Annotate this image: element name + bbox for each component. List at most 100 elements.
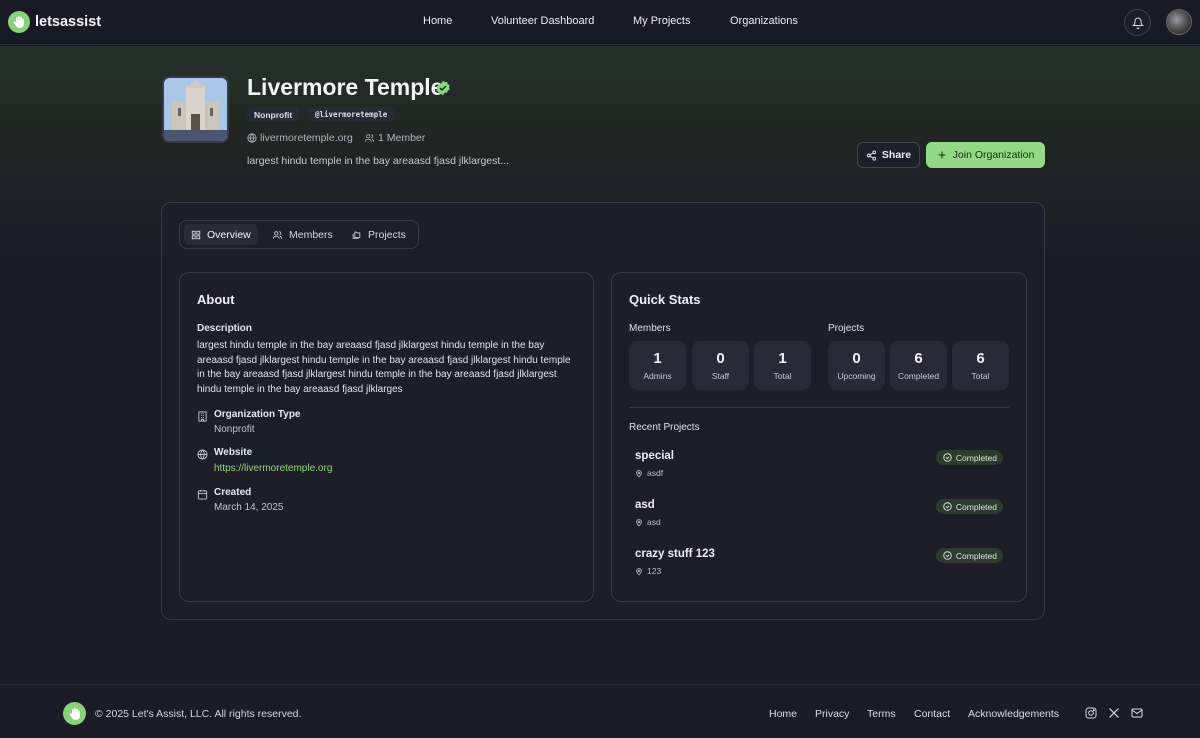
join-label: Join Organization xyxy=(952,149,1035,161)
instagram-icon[interactable] xyxy=(1085,707,1097,719)
users-icon xyxy=(272,230,283,239)
tab-list: Overview Members Projects xyxy=(179,220,419,249)
org-type-tag: Nonprofit xyxy=(247,107,300,122)
footer-link-contact[interactable]: Contact xyxy=(914,708,950,720)
footer-link-acknowledgements[interactable]: Acknowledgements xyxy=(968,708,1059,720)
stat-admins: 1 Admins xyxy=(629,341,686,390)
notifications-button[interactable] xyxy=(1124,9,1151,36)
member-count: 1 Member xyxy=(378,132,426,144)
mail-icon[interactable] xyxy=(1131,707,1143,719)
project-location: 123 xyxy=(635,566,661,576)
org-member-count-meta: 1 Member xyxy=(364,132,425,144)
globe-icon xyxy=(197,449,208,460)
tab-overview-label: Overview xyxy=(207,228,251,241)
share-icon xyxy=(866,149,876,161)
join-organization-button[interactable]: Join Organization xyxy=(926,142,1045,168)
status-badge-text: Completed xyxy=(955,452,997,463)
recent-project-row[interactable]: asd asd Completed xyxy=(635,499,1003,533)
status-badge-text: Completed xyxy=(955,550,997,561)
website-label: Website xyxy=(214,447,253,458)
status-badge: Completed xyxy=(935,499,1003,514)
map-pin-icon xyxy=(636,518,642,526)
calendar-icon xyxy=(197,489,208,500)
building-icon xyxy=(198,411,207,422)
projects-stats-label: Projects xyxy=(828,323,865,334)
share-label: Share xyxy=(881,149,912,161)
org-website-short: livermoretemple.org xyxy=(260,132,353,144)
stat-upcoming-label: Upcoming xyxy=(837,371,876,381)
x-icon[interactable] xyxy=(1108,707,1120,719)
project-name: special xyxy=(635,450,674,462)
org-type-value: Nonprofit xyxy=(214,424,255,435)
recent-projects-label: Recent Projects xyxy=(629,422,700,433)
status-badge: Completed xyxy=(935,548,1003,563)
recent-project-row[interactable]: crazy stuff 123 123 Completed xyxy=(635,548,1003,582)
tab-members[interactable]: Members xyxy=(265,224,340,245)
nav-organizations[interactable]: Organizations xyxy=(730,15,798,27)
map-pin-icon xyxy=(636,567,642,575)
org-short-description: largest hindu temple in the bay areaasd … xyxy=(247,155,510,167)
verified-badge-icon xyxy=(435,80,451,96)
project-location-text: 123 xyxy=(647,566,662,576)
nav-volunteer-dashboard[interactable]: Volunteer Dashboard xyxy=(491,15,594,27)
status-badge: Completed xyxy=(935,450,1003,465)
stat-members-total-label: Total xyxy=(773,371,792,381)
org-image xyxy=(162,76,229,143)
check-circle-icon xyxy=(943,551,952,560)
check-circle-icon xyxy=(943,502,952,511)
recent-project-row[interactable]: special asdf Completed xyxy=(635,450,1003,484)
stat-upcoming-num: 0 xyxy=(852,350,861,367)
about-panel xyxy=(179,272,594,602)
stat-completed-num: 6 xyxy=(914,350,923,367)
brand-name: letsassist xyxy=(35,14,102,30)
tab-members-label: Members xyxy=(289,228,333,241)
stat-completed: 6 Completed xyxy=(890,341,947,390)
nav-my-projects[interactable]: My Projects xyxy=(633,15,690,27)
website-link[interactable]: https://livermoretemple.org xyxy=(214,463,332,474)
plus-icon xyxy=(938,151,945,159)
tab-projects[interactable]: Projects xyxy=(344,224,413,245)
folders-icon xyxy=(352,231,361,239)
bell-icon xyxy=(1131,17,1144,29)
created-value: March 14, 2025 xyxy=(214,502,284,513)
org-website-meta[interactable]: livermoretemple.org xyxy=(247,132,353,144)
members-stats-label: Members xyxy=(629,323,671,334)
footer-hand-logo-icon[interactable] xyxy=(63,702,86,725)
stat-admins-label: Admins xyxy=(643,371,672,381)
stat-staff-label: Staff xyxy=(711,371,730,381)
project-location-text: asd xyxy=(647,517,661,527)
tab-overview[interactable]: Overview xyxy=(184,224,258,245)
quick-stats-title: Quick Stats xyxy=(629,292,701,307)
nav-home[interactable]: Home xyxy=(423,15,452,27)
grid-icon xyxy=(191,230,201,239)
project-location-text: asdf xyxy=(647,468,664,478)
footer-link-home[interactable]: Home xyxy=(769,708,797,720)
stat-admins-num: 1 xyxy=(653,350,662,367)
org-type-label: Organization Type xyxy=(214,409,301,420)
footer: © 2025 Let's Assist, LLC. All rights res… xyxy=(0,684,1200,738)
hand-logo-icon xyxy=(8,11,30,33)
description-text: largest hindu temple in the bay areaasd … xyxy=(197,340,571,395)
check-circle-icon xyxy=(943,453,952,462)
footer-link-privacy[interactable]: Privacy xyxy=(815,708,849,720)
copyright: © 2025 Let's Assist, LLC. All rights res… xyxy=(95,708,302,720)
project-name: asd xyxy=(635,499,655,511)
org-handle-tag: @livermoretemple xyxy=(308,107,395,122)
users-icon xyxy=(364,134,375,142)
about-title: About xyxy=(197,292,235,307)
stat-members-total-num: 1 xyxy=(778,350,787,367)
brand-logo[interactable]: letsassist xyxy=(8,11,101,33)
globe-icon xyxy=(247,133,257,143)
stat-projects-total-label: Total xyxy=(971,371,990,381)
share-button[interactable]: Share xyxy=(857,142,920,168)
stat-projects-total: 6 Total xyxy=(952,341,1009,390)
stat-projects-total-num: 6 xyxy=(976,350,985,367)
user-avatar[interactable] xyxy=(1166,9,1192,35)
description-label: Description xyxy=(197,323,253,334)
org-name: Livermore Temple xyxy=(247,74,444,100)
stat-staff: 0 Staff xyxy=(692,341,749,390)
footer-link-terms[interactable]: Terms xyxy=(867,708,896,720)
project-location: asd xyxy=(635,517,661,527)
created-label: Created xyxy=(214,487,252,498)
top-navbar: letsassist Home Volunteer Dashboard My P… xyxy=(0,0,1200,45)
